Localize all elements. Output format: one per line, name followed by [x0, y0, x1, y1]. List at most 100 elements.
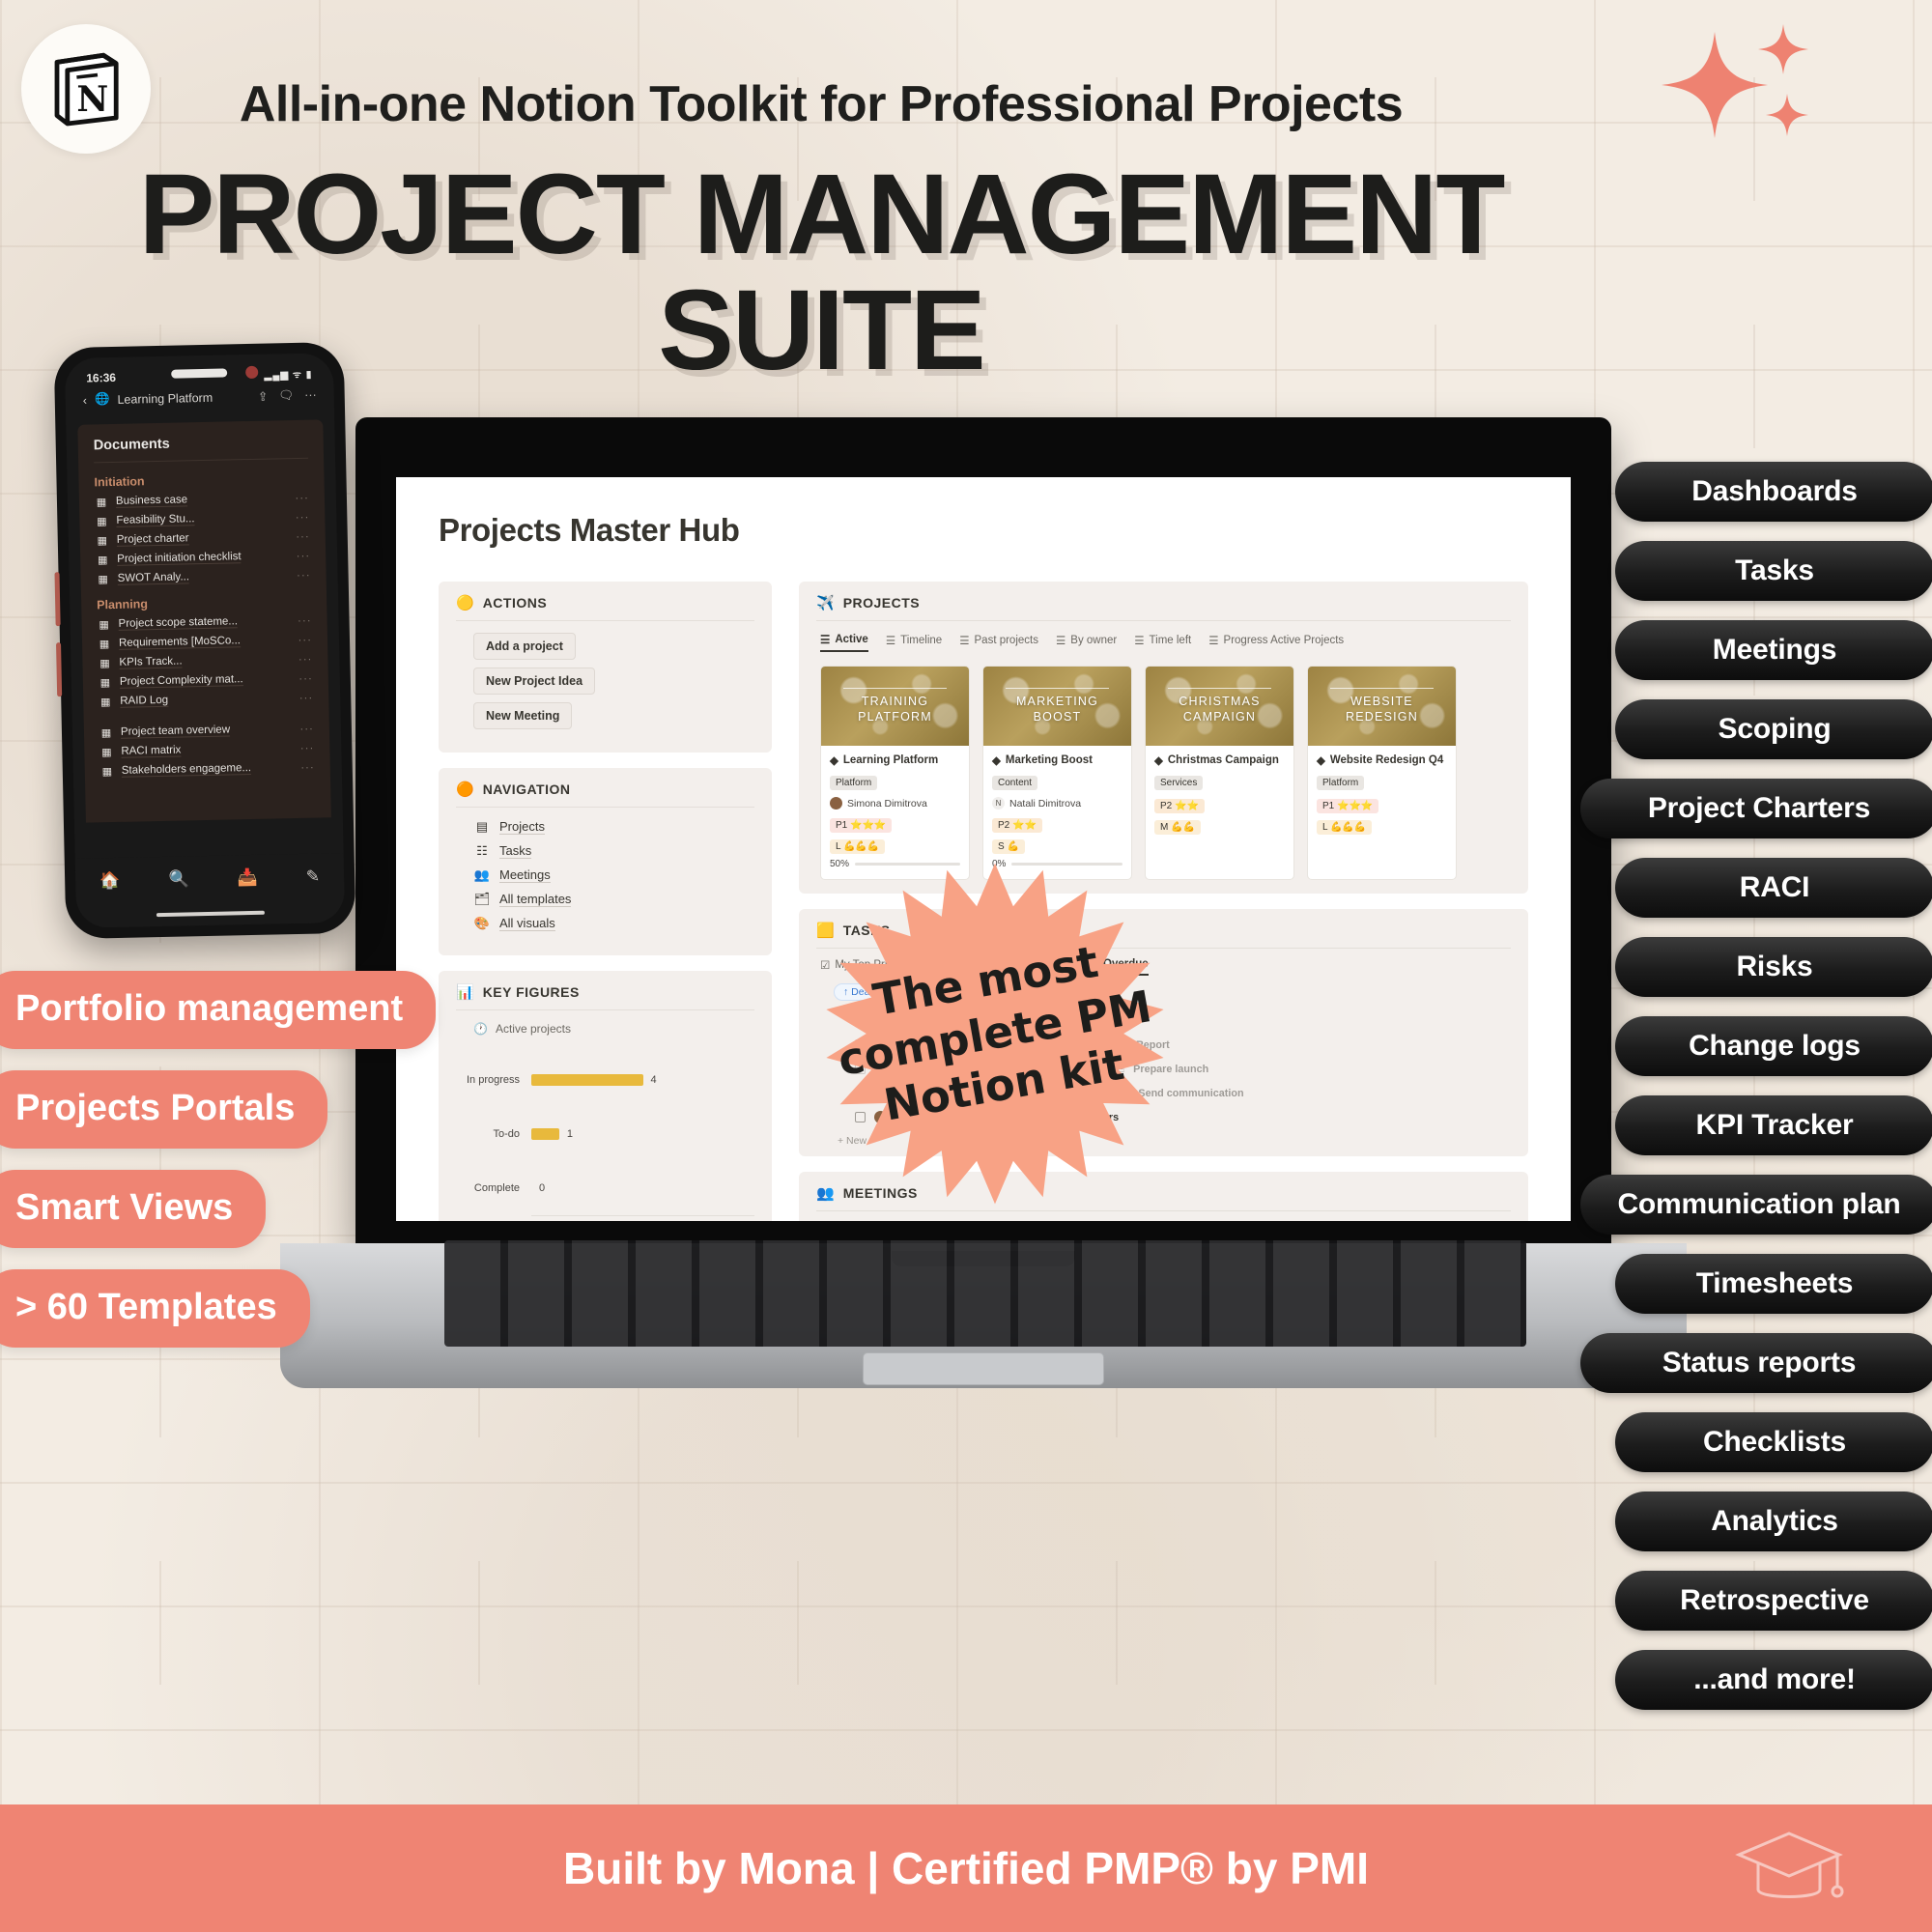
- projects-tab-time-left[interactable]: ☰ Time left: [1134, 634, 1191, 651]
- nav-label: All templates: [499, 892, 572, 907]
- project-card[interactable]: TRAINING PLATFORM ◆ Learning Platform Platfo…: [820, 666, 970, 880]
- inbox-icon[interactable]: 📥: [237, 868, 258, 888]
- nav-item-all-templates[interactable]: 🗂 All templates: [473, 892, 754, 907]
- feature-button-dashboards[interactable]: Dashboards: [1615, 462, 1932, 522]
- feature-button-project-charters[interactable]: Project Charters: [1580, 779, 1932, 838]
- feature-button-kpi-tracker[interactable]: KPI Tracker: [1615, 1095, 1932, 1155]
- phone-doc-item[interactable]: ▦ Stakeholders engageme... ···: [100, 761, 315, 779]
- feature-button-timesheets[interactable]: Timesheets: [1615, 1254, 1932, 1314]
- nav-item-projects[interactable]: ▤ Projects: [473, 819, 754, 835]
- more-icon[interactable]: ···: [298, 653, 313, 665]
- new-project-idea-button[interactable]: New Project Idea: [473, 668, 596, 695]
- phone-doc-item[interactable]: ▦ KPIs Track... ···: [98, 653, 312, 670]
- search-icon[interactable]: 🔍: [168, 869, 189, 889]
- phone-mockup: 16:36 ▂▄▆ ᯤ ▮ ‹ 🌐 Learning Platform ⇪ 🗨 …: [53, 341, 356, 940]
- feature-button-risks[interactable]: Risks: [1615, 937, 1932, 997]
- feature-pill: Projects Portals: [0, 1070, 328, 1149]
- more-icon[interactable]: ···: [299, 723, 314, 734]
- monitor-icon: ◆: [1317, 755, 1325, 767]
- starburst-badge: The most complete PM Notion kit: [821, 860, 1169, 1208]
- matrix-icon: ▦: [101, 747, 112, 759]
- phone-doc-item-label: Requirements [MoSCo...: [118, 635, 242, 650]
- phone-doc-item[interactable]: ▦ Project charter ···: [96, 530, 310, 548]
- more-icon[interactable]: ···: [298, 614, 312, 626]
- more-icon[interactable]: ···: [296, 530, 310, 542]
- palette-icon: 🎨: [473, 916, 491, 930]
- projects-view-tabs[interactable]: ☰ Active ☰ Timeline ☰ Past projects ☰ By owner ☰…: [816, 621, 1511, 652]
- more-icon[interactable]: ···: [299, 692, 314, 703]
- nav-item-all-visuals[interactable]: 🎨 All visuals: [473, 916, 754, 931]
- projects-tab-past-projects[interactable]: ☰ Past projects: [959, 634, 1038, 651]
- graduation-cap-icon: [1735, 1832, 1844, 1898]
- gift-icon: ◆: [1154, 755, 1163, 767]
- more-icon[interactable]: ···: [297, 569, 311, 581]
- feature-button-checklists[interactable]: Checklists: [1615, 1412, 1932, 1472]
- more-icon[interactable]: ···: [297, 550, 311, 561]
- comment-icon[interactable]: 🗨: [278, 388, 294, 403]
- more-icon[interactable]: ···: [300, 742, 315, 753]
- feature-button-meetings[interactable]: Meetings: [1615, 620, 1932, 680]
- phone-tab-bar[interactable]: 🏠 🔍 📥 ✎: [74, 853, 346, 928]
- compose-icon[interactable]: ✎: [306, 867, 321, 887]
- globe-sparkle-icon: 🌐: [94, 392, 110, 407]
- projects-tab-progress-active-projects[interactable]: ☰ Progress Active Projects: [1208, 634, 1344, 651]
- more-icon[interactable]: ···: [296, 511, 310, 523]
- feature-button-communication-plan[interactable]: Communication plan: [1580, 1175, 1932, 1235]
- projects-panel: ✈️ PROJECTS ☰ Active ☰ Timeline ☰ Past projec…: [799, 582, 1528, 894]
- feature-button-change-logs[interactable]: Change logs: [1615, 1016, 1932, 1076]
- phone-doc-item[interactable]: ▦ RAID Log ···: [99, 692, 313, 709]
- phone-doc-item-label: Feasibility Stu...: [116, 513, 195, 527]
- phone-doc-item[interactable]: ▦ Project initiation checklist ···: [96, 550, 310, 567]
- feature-button-status-reports[interactable]: Status reports: [1580, 1333, 1932, 1393]
- phone-doc-item-label: Business case: [115, 494, 188, 508]
- phone-doc-item[interactable]: ▦ Project scope stateme... ···: [98, 614, 312, 632]
- megaphone-icon: ◆: [992, 755, 1001, 767]
- more-icon[interactable]: ···: [298, 672, 313, 684]
- project-card-cover: TRAINING PLATFORM: [821, 667, 969, 746]
- add-a-project-button[interactable]: Add a project: [473, 633, 576, 660]
- project-priority-chip: P2 ⭐⭐: [992, 818, 1042, 833]
- phone-doc-item[interactable]: ▦ Project Complexity mat... ···: [99, 672, 313, 690]
- notion-logo-icon: N: [54, 52, 119, 127]
- feature-button-tasks[interactable]: Tasks: [1615, 541, 1932, 601]
- phone-doc-item[interactable]: ▦ Requirements [MoSCo... ···: [98, 634, 312, 651]
- home-icon[interactable]: 🏠: [99, 871, 121, 891]
- new-meeting-button[interactable]: New Meeting: [473, 702, 573, 729]
- feature-pill: > 60 Templates: [0, 1269, 310, 1348]
- nav-item-meetings[interactable]: 👥 Meetings: [473, 867, 754, 883]
- nav-label: Projects: [499, 819, 545, 835]
- steering-wheel-icon: 🟠: [456, 781, 474, 798]
- phone-clock: 16:36: [86, 370, 117, 385]
- avatar: N: [992, 797, 1005, 810]
- feature-button-analytics[interactable]: Analytics: [1615, 1492, 1932, 1551]
- project-card[interactable]: WEBSITE REDESIGN ◆ Website Redesign Q4 Platf…: [1307, 666, 1457, 880]
- projects-tab-by-owner[interactable]: ☰ By owner: [1056, 634, 1117, 651]
- project-priority-chip: P2 ⭐⭐: [1154, 799, 1205, 813]
- phone-doc-item[interactable]: ▦ RACI matrix ···: [99, 742, 314, 759]
- projects-tab-timeline[interactable]: ☰ Timeline: [886, 634, 942, 651]
- more-icon[interactable]: ···: [300, 761, 315, 773]
- phone-doc-item-label: Project initiation checklist: [117, 551, 242, 566]
- tab-label: By owner: [1070, 635, 1118, 646]
- feature-button-scoping[interactable]: Scoping: [1615, 699, 1932, 759]
- feature-button-raci[interactable]: RACI: [1615, 858, 1932, 918]
- feature-button-retrospective[interactable]: Retrospective: [1615, 1571, 1932, 1631]
- chart-x-tick: 4: [639, 1220, 645, 1221]
- more-icon[interactable]: ···: [298, 634, 312, 645]
- phone-doc-item[interactable]: ▦ Feasibility Stu... ···: [95, 511, 309, 528]
- phone-doc-item[interactable]: ▦ Business case ···: [95, 492, 309, 509]
- feature-pill-list: Portfolio management Projects Portals Smar…: [0, 971, 543, 1369]
- navigation-panel-title: NAVIGATION: [482, 781, 571, 797]
- phone-doc-item[interactable]: ▦ SWOT Analy... ···: [97, 569, 311, 586]
- tab-label: Progress Active Projects: [1223, 635, 1345, 646]
- palette-icon: ▦: [99, 639, 110, 651]
- back-chevron-icon[interactable]: ‹: [83, 393, 87, 407]
- more-icon[interactable]: ···: [304, 388, 317, 403]
- project-card[interactable]: CHRISTMAS CAMPAIGN ◆ Christmas Campaign Serv…: [1145, 666, 1294, 880]
- projects-tab-active[interactable]: ☰ Active: [820, 633, 868, 652]
- feature-button-and-more[interactable]: ...and more!: [1615, 1650, 1932, 1710]
- share-icon[interactable]: ⇪: [258, 389, 269, 404]
- phone-doc-item-label: Stakeholders engageme...: [121, 762, 252, 778]
- nav-item-tasks[interactable]: ☷ Tasks: [473, 843, 754, 859]
- more-icon[interactable]: ···: [295, 492, 309, 503]
